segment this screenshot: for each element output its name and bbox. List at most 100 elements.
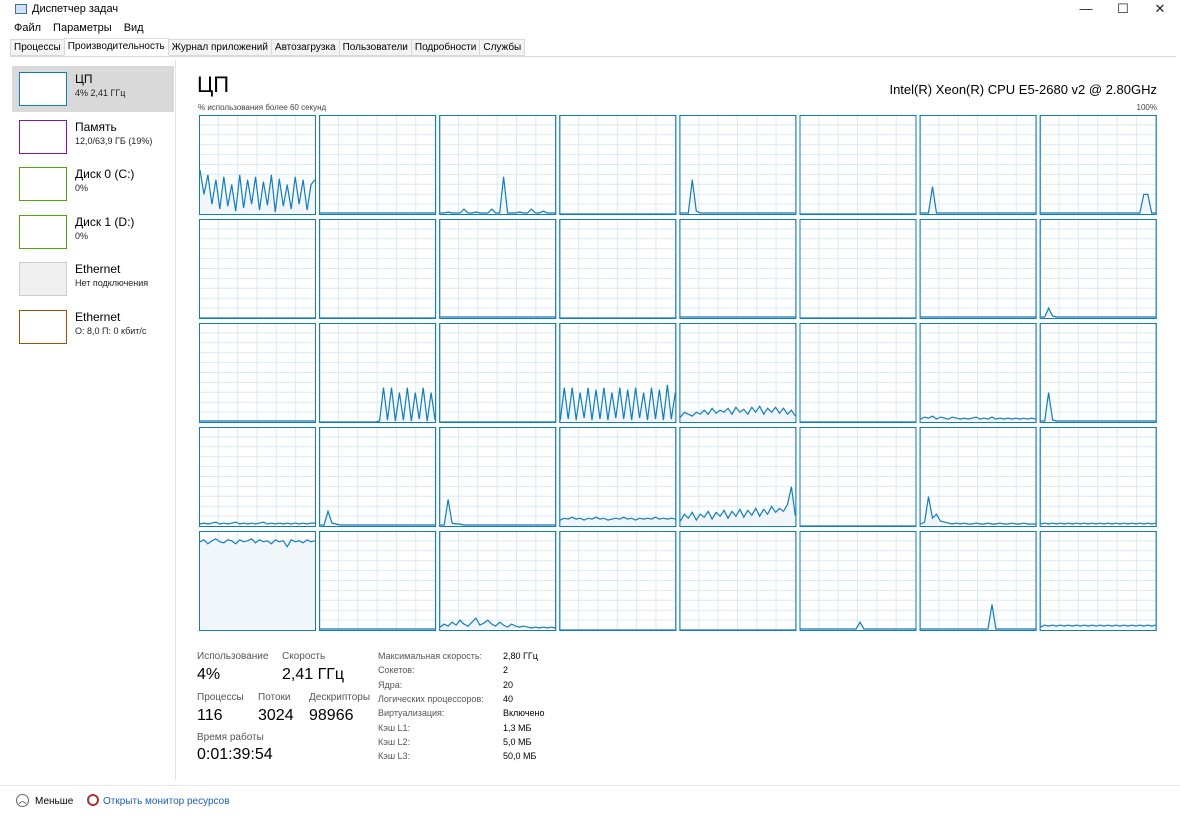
uptime-label: Время работы [197,732,264,743]
core-graph-12 [679,219,797,319]
title-bar: Диспетчер задач — ☐ ✕ [0,0,1180,20]
core-graph-37 [799,531,917,631]
sidebar-item-0[interactable]: ЦП 4% 2,41 ГГц [12,66,174,112]
sidebar-item-detail: 4% 2,41 ГГц [75,88,126,98]
spec-value: 50,0 МБ [503,751,537,762]
close-button[interactable]: ✕ [1142,0,1178,18]
page-title: ЦП [197,72,230,97]
core-graph-32 [199,531,316,631]
sidebar-thumbnail [19,309,67,344]
spec-value: 2 [503,665,509,676]
sidebar-item-label: Диск 1 (D:) [75,214,135,229]
spec-key: Кэш L3: [378,751,411,762]
cpu-model: Intel(R) Xeon(R) CPU E5-2680 v2 @ 2.80GH… [889,82,1157,97]
tab-startup[interactable]: Автозагрузка [270,39,340,56]
core-graph-24 [199,427,316,527]
sidebar-item-2[interactable]: Диск 0 (C:) 0% [12,161,174,207]
spec-key: Логических процессоров: [378,693,484,704]
axis-label: % использования более 60 секунд [198,103,327,112]
open-resource-monitor-link[interactable]: Открыть монитор ресурсов [103,796,230,807]
menu-options[interactable]: Параметры [53,22,112,34]
task-manager-icon [15,4,27,14]
core-graph-23 [1039,323,1157,423]
sidebar-thumbnail [19,72,67,106]
sidebar-item-5[interactable]: Ethernet О: 8,0 П: 0 кбит/с [12,304,174,350]
handles-value: 98966 [309,707,354,724]
core-graph-28 [679,427,797,527]
sidebar-item-4[interactable]: Ethernet Нет подключения [12,256,174,302]
threads-value: 3024 [258,707,294,724]
usage-value: 4% [197,666,221,683]
menu-view[interactable]: Вид [124,22,144,34]
chevron-up-icon[interactable]: ︿ [16,794,29,807]
tab-details[interactable]: Подробности [410,39,481,56]
core-graph-35 [559,531,677,631]
core-graph-2 [439,115,557,215]
usage-label: Использование [197,651,269,662]
resource-monitor-icon [87,794,99,806]
core-graph-1 [319,115,437,215]
processes-value: 116 [197,707,223,724]
core-graph-22 [919,323,1037,423]
sidebar-item-1[interactable]: Память 12,0/63,9 ГБ (19%) [12,114,174,160]
core-graph-33 [319,531,437,631]
sidebar-item-label: Память [75,119,117,134]
spec-key: Кэш L1: [378,722,411,733]
spec-value: 40 [503,693,514,704]
sidebar-item-detail: Нет подключения [75,278,149,288]
core-usage-fill [200,538,315,630]
core-graph-11 [559,219,677,319]
uptime-value: 0:01:39:54 [197,746,273,763]
core-graph-27 [559,427,677,527]
sidebar-item-detail: 0% [75,230,89,241]
handles-label: Дескрипторы [309,692,371,703]
speed-label: Скорость [282,651,326,662]
core-graph-26 [439,427,557,527]
core-graph-3 [559,115,677,215]
spec-value: Включено [503,708,545,719]
core-graph-9 [319,219,437,319]
menu-file[interactable]: Файл [14,22,41,34]
core-graph-39 [1039,531,1157,631]
sidebar-item-detail: 0% [75,183,89,193]
core-graph-7 [1039,115,1157,215]
core-graph-13 [799,219,917,319]
spec-key: Кэш L2: [378,736,411,747]
sidebar-thumbnail [19,262,67,296]
core-graph-38 [919,531,1037,631]
tab-processes[interactable]: Процессы [10,39,65,56]
core-graph-20 [679,323,797,423]
core-graph-8 [199,219,316,319]
maximize-button[interactable]: ☐ [1105,0,1141,18]
sidebar-item-detail: О: 8,0 П: 0 кбит/с [75,325,147,336]
spec-key: Виртуализация: [378,708,445,719]
menu-bar: Файл Параметры Вид [8,22,150,34]
footer: ︿ Меньше Открыть монитор ресурсов [0,785,1180,817]
fewer-details-button[interactable]: Меньше [35,796,73,807]
processes-label: Процессы [197,692,244,703]
core-graph-34 [439,531,557,631]
sidebar-thumbnail [19,119,67,154]
spec-key: Сокетов: [378,665,415,676]
core-graph-16 [199,323,316,423]
core-graph-6 [919,115,1037,215]
threads-label: Потоки [258,692,291,703]
core-graph-17 [319,323,437,423]
core-graph-29 [799,427,917,527]
sidebar-item-label: ЦП [75,72,93,86]
core-graph-19 [559,323,677,423]
core-graph-36 [679,531,797,631]
core-graph-21 [799,323,917,423]
sidebar-thumbnail [19,167,67,201]
tab-app-history[interactable]: Журнал приложений [167,39,272,56]
sidebar-item-3[interactable]: Диск 1 (D:) 0% [12,209,174,255]
tab-bar: Процессы Производительность Журнал прило… [10,38,526,56]
minimize-button[interactable]: — [1068,0,1104,18]
tab-services[interactable]: Службы [479,39,526,56]
spec-value: 1,3 МБ [503,722,532,733]
tab-performance[interactable]: Производительность [63,38,169,56]
core-graph-30 [919,427,1037,527]
tab-users[interactable]: Пользователи [338,39,412,56]
sidebar-item-label: Диск 0 (C:) [75,167,135,181]
spec-value: 5,0 МБ [503,736,532,747]
